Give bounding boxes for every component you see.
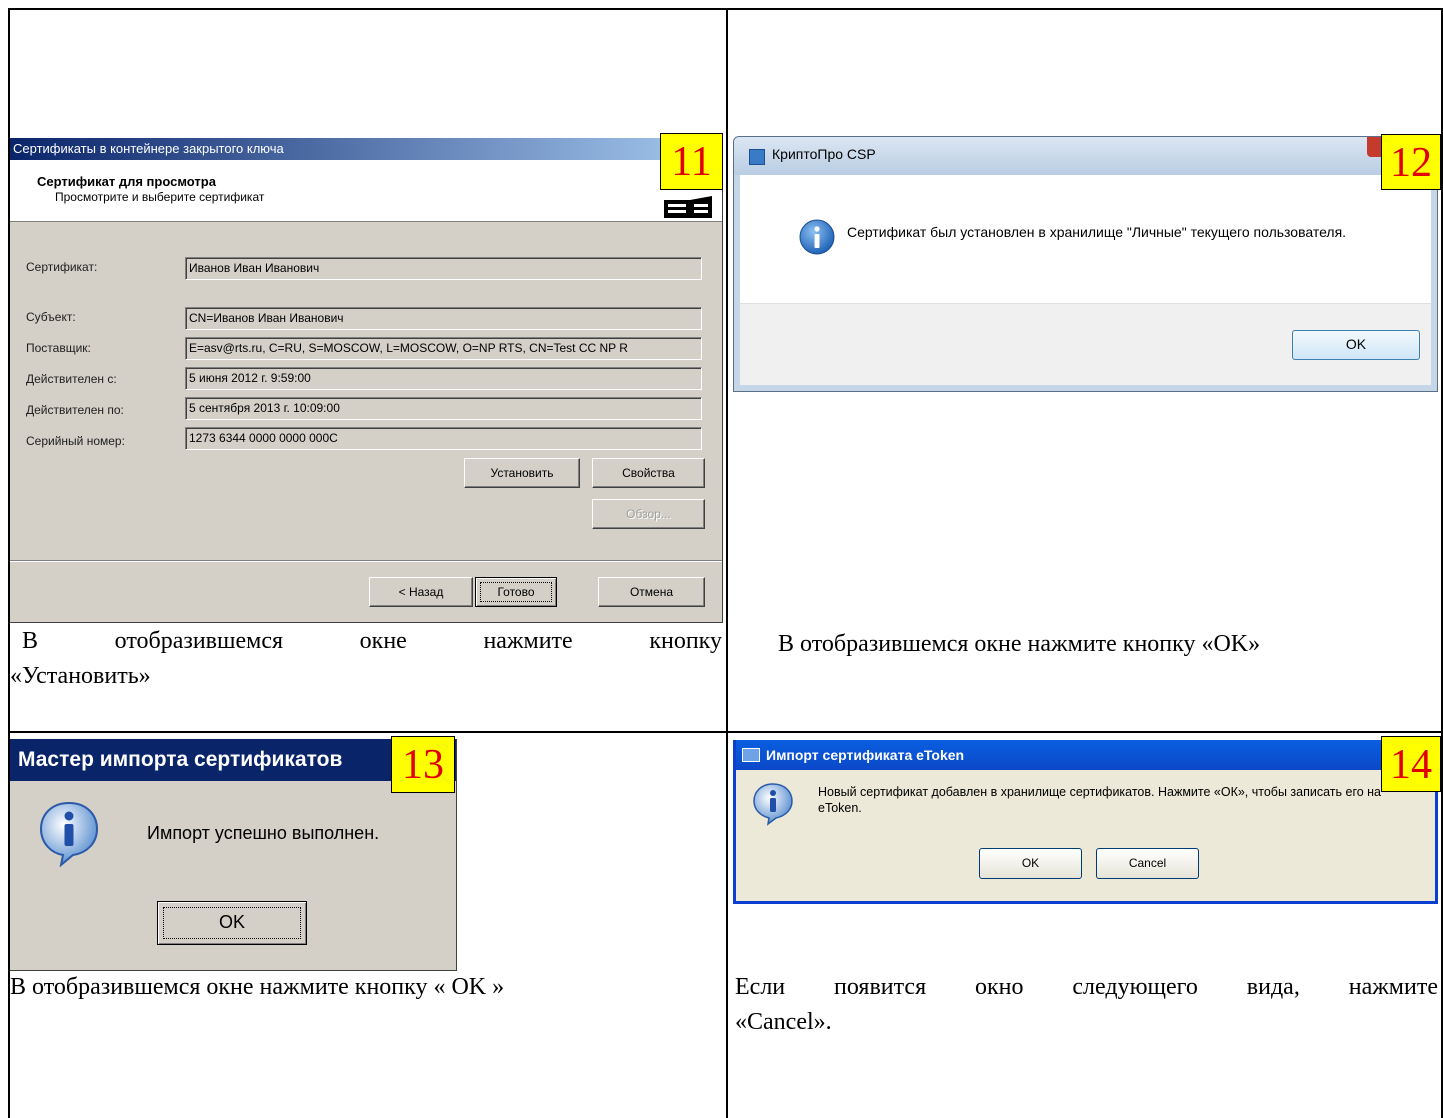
window-titlebar: КриптоПро CSP — [734, 137, 1437, 175]
certificate-container-window: Сертификаты в контейнере закрытого ключа… — [10, 138, 723, 623]
header-subtitle: Просмотрите и выберите сертификат — [55, 190, 265, 204]
etoken-import-dialog: Импорт сертификата eToken Новый сертифик… — [733, 740, 1438, 904]
import-wizard-dialog: Мастер импорта сертификатов Импорт успеш… — [10, 739, 457, 971]
dialog-message: Сертификат был установлен в хранилище "Л… — [847, 224, 1347, 240]
window-title: Мастер импорта сертификатов — [10, 739, 456, 781]
step-badge-14: 14 — [1381, 736, 1441, 792]
dialog-message: Новый сертификат добавлен в хранилище се… — [818, 785, 1382, 815]
info-icon — [753, 783, 793, 826]
cryptopro-icon — [749, 149, 765, 165]
caption-word: вида, — [1246, 974, 1300, 1000]
focus-rect — [480, 582, 552, 602]
dialog-body: Сертификат был установлен в хранилище "Л… — [740, 175, 1431, 303]
caption-word: кнопку — [649, 628, 722, 654]
wizard-header: Сертификат для просмотра Просмотрите и в… — [10, 160, 722, 222]
table-border-top — [8, 8, 1443, 10]
certificate-wizard-icon — [664, 196, 712, 218]
caption-14-line1: Если появится окно следующего вида, нажм… — [735, 971, 1438, 1004]
field-label-issuer: Поставщик: — [26, 341, 91, 355]
table-row-divider — [8, 731, 1443, 733]
caption-word: окне — [359, 628, 407, 654]
caption-word: Если — [735, 974, 786, 1000]
table-border-middle — [726, 8, 728, 1118]
step-badge-11: 11 — [660, 133, 723, 190]
focus-rect — [163, 907, 301, 939]
caption-word: В — [22, 628, 39, 654]
field-label-serial: Серийный номер: — [26, 434, 125, 448]
valid-from-field[interactable]: 5 июня 2012 г. 9:59:00 — [185, 367, 702, 390]
caption-word: нажмите — [483, 628, 573, 654]
dialog-message: Импорт успешно выполнен. — [147, 823, 380, 843]
serial-number-field[interactable]: 1273 6344 0000 0000 000C — [185, 427, 702, 450]
etoken-icon — [742, 748, 760, 762]
browse-button[interactable]: Обзор... — [592, 499, 705, 529]
header-title: Сертификат для просмотра — [37, 174, 216, 189]
cancel-button[interactable]: Отмена — [598, 577, 705, 607]
certificate-field[interactable]: Иванов Иван Иванович — [185, 257, 702, 280]
properties-button[interactable]: Свойства — [592, 458, 705, 488]
field-label-certificate: Сертификат: — [26, 260, 98, 274]
window-titlebar: Сертификаты в контейнере закрытого ключа — [10, 138, 722, 160]
cryptopro-dialog: КриптоПро CSP Сертификат был установлен … — [733, 136, 1438, 392]
field-label-valid-from: Действителен с: — [26, 372, 117, 386]
ok-button[interactable]: OK — [157, 901, 307, 945]
caption-word: появится — [834, 974, 927, 1000]
caption-11-line1: В отобразившемся окне нажмите кнопку — [22, 625, 722, 658]
footer-separator — [10, 560, 722, 562]
window-title: Импорт сертификата eToken — [766, 747, 965, 763]
caption-14-line2: «Cancel». — [735, 1009, 832, 1035]
ok-button[interactable]: OK — [1292, 330, 1420, 360]
caption-word: следующего — [1072, 974, 1198, 1000]
install-button[interactable]: Установить — [464, 458, 580, 488]
back-button[interactable]: < Назад — [369, 577, 473, 607]
valid-to-field[interactable]: 5 сентября 2013 г. 10:09:00 — [185, 397, 702, 420]
caption-12: В отобразившемся окне нажмите кнопку «OK… — [778, 631, 1261, 657]
caption-word: нажмите — [1348, 974, 1438, 1000]
info-icon — [39, 801, 99, 867]
subject-field[interactable]: CN=Иванов Иван Иванович — [185, 307, 702, 330]
ok-button[interactable]: OK — [979, 848, 1082, 879]
field-label-subject: Субъект: — [26, 310, 76, 324]
finish-button[interactable]: Готово — [475, 577, 557, 607]
window-title: КриптоПро CSP — [772, 146, 876, 162]
caption-word: окно — [975, 974, 1024, 1000]
step-badge-13: 13 — [391, 736, 455, 793]
window-titlebar: Импорт сертификата eToken — [736, 740, 1435, 770]
caption-word: отобразившемся — [114, 628, 284, 654]
info-icon — [799, 219, 835, 255]
cancel-button[interactable]: Cancel — [1096, 848, 1199, 879]
field-label-valid-to: Действителен по: — [26, 403, 124, 417]
step-badge-12: 12 — [1381, 134, 1441, 190]
dialog-footer: OK — [740, 303, 1431, 385]
caption-13: В отобразившемся окне нажмите кнопку « O… — [10, 974, 505, 1000]
caption-11-line2: «Установить» — [10, 663, 151, 689]
issuer-field[interactable]: E=asv@rts.ru, C=RU, S=MOSCOW, L=MOSCOW, … — [185, 337, 702, 360]
